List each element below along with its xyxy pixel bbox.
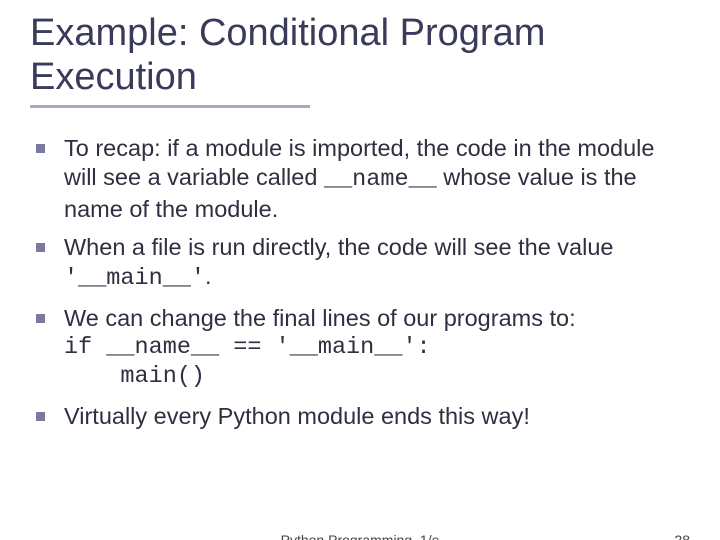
slide-title: Example: Conditional Program Execution: [30, 12, 690, 99]
code-block: if __name__ == '__main__': main(): [64, 334, 690, 391]
bullet-text: Virtually every Python module ends this …: [64, 403, 530, 429]
bullet-item: When a file is run directly, the code wi…: [64, 233, 690, 293]
bullet-list: To recap: if a module is imported, the c…: [30, 134, 690, 430]
bullet-text: .: [205, 263, 212, 289]
title-underline: [30, 105, 310, 108]
bullet-item: To recap: if a module is imported, the c…: [64, 134, 690, 223]
bullet-text: We can change the final lines of our pro…: [64, 305, 576, 331]
inline-code: __name__: [324, 166, 437, 193]
bullet-text: When a file is run directly, the code wi…: [64, 234, 613, 260]
inline-code: '__main__': [64, 265, 205, 292]
slide: Example: Conditional Program Execution T…: [0, 0, 720, 540]
bullet-item: We can change the final lines of our pro…: [64, 304, 690, 392]
footer-source: Python Programming, 1/e: [0, 532, 720, 540]
page-number: 28: [674, 532, 690, 540]
bullet-item: Virtually every Python module ends this …: [64, 402, 690, 431]
